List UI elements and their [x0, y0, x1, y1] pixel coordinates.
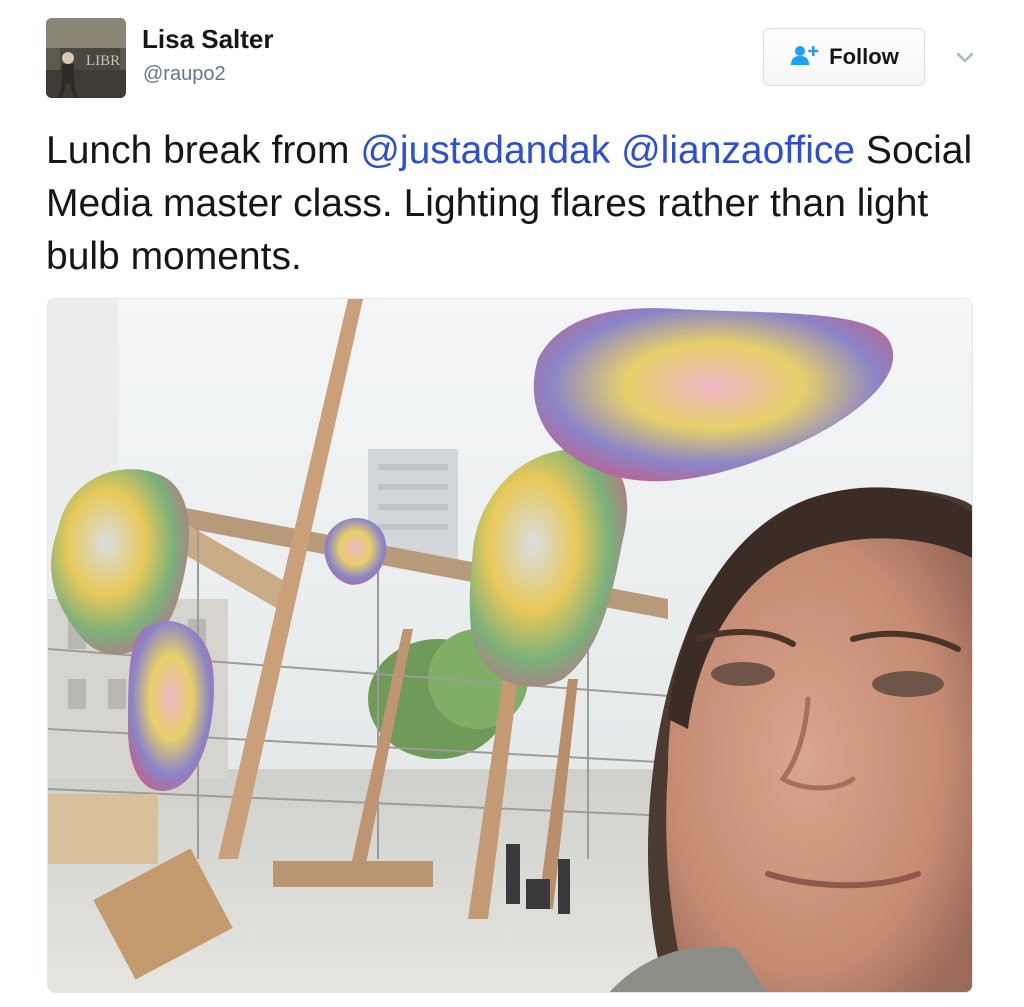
svg-text:LIBR: LIBR: [86, 53, 120, 69]
avatar[interactable]: LIBR: [46, 18, 126, 98]
follow-button-label: Follow: [829, 44, 899, 69]
mention-link-lianzaoffice[interactable]: @lianzaoffice: [621, 129, 855, 172]
chevron-down-icon[interactable]: [952, 44, 978, 70]
tweet-text-prefix: Lunch break from: [46, 129, 361, 172]
follow-button[interactable]: Follow: [763, 28, 925, 86]
user-handle[interactable]: @raupo2: [143, 63, 226, 86]
user-name[interactable]: Lisa Salter: [142, 24, 274, 55]
tweet-text-separator: [610, 129, 621, 172]
tweet-text: Lunch break from @justadandak @lianzaoff…: [46, 124, 986, 283]
tweet-photo[interactable]: [47, 298, 973, 993]
add-user-icon: [789, 43, 819, 72]
mention-link-justadandak[interactable]: @justadandak: [360, 129, 610, 172]
